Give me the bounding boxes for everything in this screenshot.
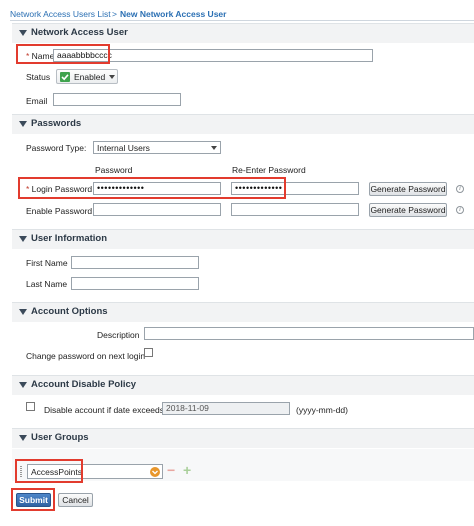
collapse-triangle-icon <box>19 435 27 441</box>
email-label: Email <box>26 96 48 106</box>
status-label: Status <box>26 72 51 82</box>
section-network-access-user[interactable]: Network Access User <box>12 23 474 43</box>
date-format-hint: (yyyy-mm-dd) <box>296 405 348 415</box>
info-icon[interactable]: i <box>456 185 464 193</box>
collapse-triangle-icon <box>19 121 27 127</box>
change-password-checkbox[interactable] <box>144 348 153 357</box>
check-icon <box>60 72 70 82</box>
collapse-triangle-icon <box>19 382 27 388</box>
section-user-information[interactable]: User Information <box>12 229 474 249</box>
disable-account-checkbox[interactable] <box>26 402 35 411</box>
last-name-label: Last Name <box>26 279 68 289</box>
section-title: User Information <box>31 233 108 244</box>
password-type-label: Password Type: <box>26 143 87 153</box>
disable-date-input[interactable]: 2018-11-09 <box>162 402 290 415</box>
password-column-header: Password <box>95 165 133 175</box>
user-group-highlight-box <box>15 459 83 483</box>
breadcrumb-current: New Network Access User <box>120 9 227 19</box>
name-highlight-box <box>16 44 110 64</box>
chevron-down-icon <box>211 146 217 150</box>
breadcrumb-separator: > <box>112 9 117 19</box>
password-type-select[interactable]: Internal Users <box>93 141 221 154</box>
section-title: Passwords <box>31 118 82 129</box>
email-input[interactable] <box>53 93 181 106</box>
remove-group-icon[interactable]: − <box>167 462 175 478</box>
status-dropdown[interactable]: Enabled <box>56 69 118 84</box>
enable-password-input[interactable] <box>93 203 221 216</box>
section-passwords[interactable]: Passwords <box>12 114 474 134</box>
change-password-label: Change password on next login <box>26 351 146 361</box>
last-name-input[interactable] <box>71 277 199 290</box>
dropdown-toggle-icon <box>150 467 160 477</box>
section-title: Account Disable Policy <box>31 379 137 390</box>
status-value: Enabled <box>74 72 106 82</box>
collapse-triangle-icon <box>19 30 27 36</box>
generate-login-password-button[interactable]: Generate Password <box>369 182 447 196</box>
first-name-input[interactable] <box>71 256 199 269</box>
section-account-disable-policy[interactable]: Account Disable Policy <box>12 375 474 395</box>
enable-password-label: Enable Password <box>26 206 93 216</box>
collapse-triangle-icon <box>19 309 27 315</box>
enable-password-reenter-input[interactable] <box>231 203 359 216</box>
password-type-value: Internal Users <box>97 143 150 153</box>
login-password-highlight-box <box>18 177 286 199</box>
section-user-groups[interactable]: User Groups <box>12 428 474 448</box>
collapse-triangle-icon <box>19 236 27 242</box>
cancel-button[interactable]: Cancel <box>58 493 93 507</box>
generate-enable-password-button[interactable]: Generate Password <box>369 203 447 217</box>
section-title: User Groups <box>31 432 89 443</box>
section-account-options[interactable]: Account Options <box>12 302 474 322</box>
first-name-label: First Name <box>26 258 68 268</box>
disable-account-label: Disable account if date exceeds <box>44 405 165 415</box>
submit-highlight-box <box>11 488 55 511</box>
description-input[interactable] <box>144 327 474 340</box>
breadcrumb-parent-link[interactable]: Network Access Users List <box>10 9 111 19</box>
chevron-down-icon <box>109 75 115 79</box>
info-icon[interactable]: i <box>456 206 464 214</box>
description-label: Description <box>97 330 140 340</box>
add-group-icon[interactable]: + <box>183 462 191 478</box>
breadcrumb-divider <box>10 20 474 21</box>
reenter-password-column-header: Re-Enter Password <box>232 165 306 175</box>
section-title: Account Options <box>31 306 108 317</box>
section-title: Network Access User <box>31 27 128 38</box>
